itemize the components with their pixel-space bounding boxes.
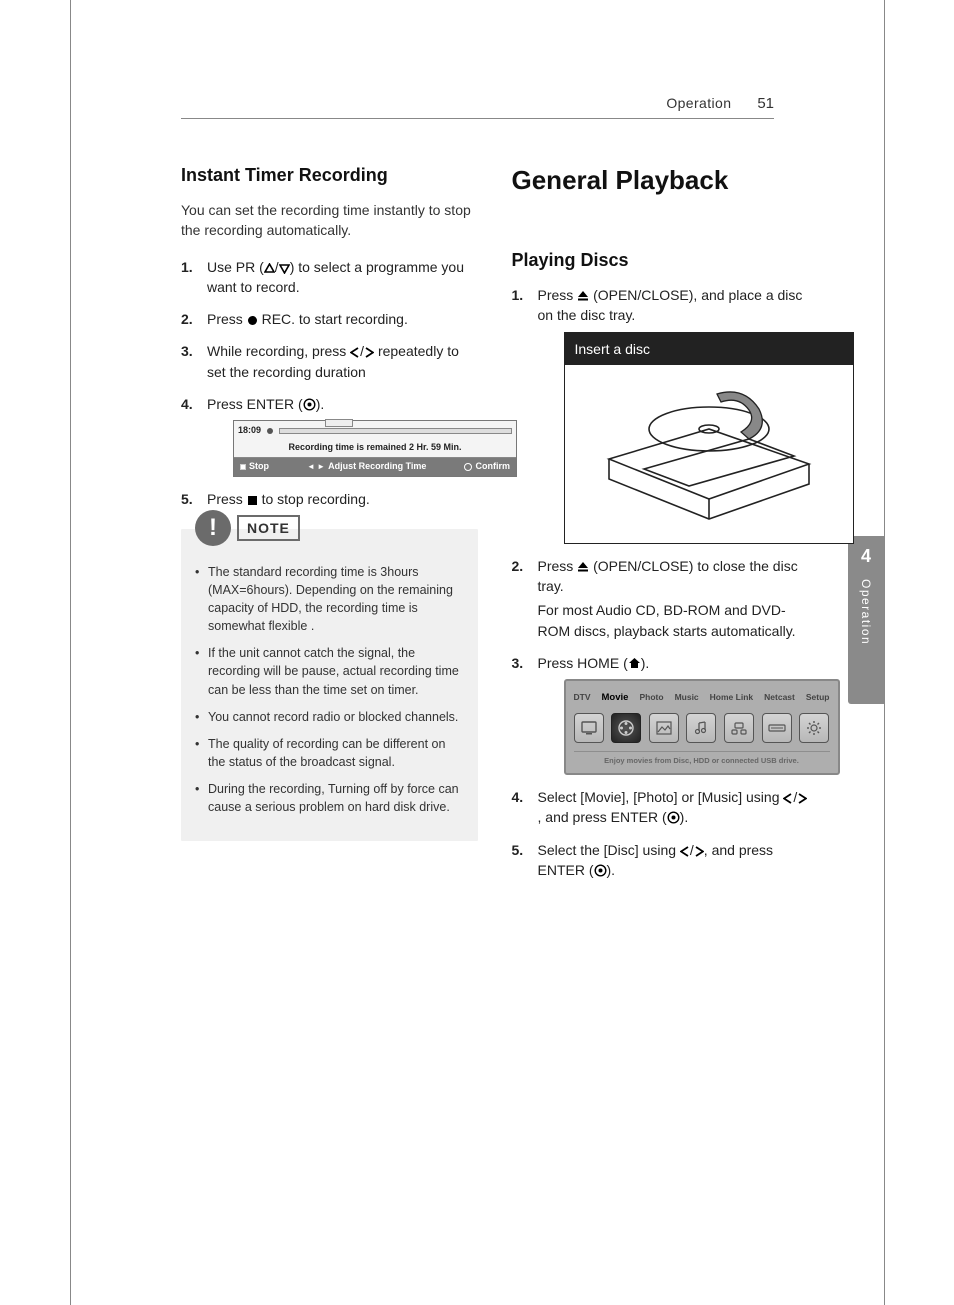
note-item: If the unit cannot catch the signal, the… xyxy=(195,644,464,698)
down-icon xyxy=(279,263,290,274)
enter-icon xyxy=(667,811,680,824)
eject-icon xyxy=(577,561,589,573)
insert-disc-figure: Insert a disc xyxy=(564,332,854,544)
up-icon xyxy=(264,263,275,274)
recbar-progress xyxy=(279,428,512,434)
note-label: NOTE xyxy=(237,515,300,541)
step-4: Press ENTER (). 18:09 Recording time is … xyxy=(181,394,478,476)
recbar-message: Recording time is remained 2 Hr. 59 Min. xyxy=(234,440,516,458)
left-column: Instant Timer Recording You can set the … xyxy=(181,165,478,892)
step-2: Press REC. to start recording. xyxy=(181,309,478,329)
hm-tab: Music xyxy=(675,691,699,705)
side-tab-label: Operation xyxy=(859,579,873,645)
hm-homelink-icon xyxy=(724,713,754,743)
left-icon xyxy=(350,347,360,358)
header-section: Operation xyxy=(666,95,731,111)
note-item: You cannot record radio or blocked chann… xyxy=(195,708,464,726)
note-head: ! NOTE xyxy=(195,510,300,546)
hm-tab: Photo xyxy=(639,691,663,705)
record-icon xyxy=(247,315,258,326)
pd-step-2: Press (OPEN/CLOSE) to close the disc tra… xyxy=(512,556,809,641)
side-tab-number: 4 xyxy=(861,546,871,567)
right-column: General Playback Playing Discs Press (OP… xyxy=(512,165,809,892)
hm-music-icon xyxy=(686,713,716,743)
recbar-dot-icon xyxy=(267,428,273,434)
left-icon xyxy=(783,793,793,804)
general-playback-heading: General Playback xyxy=(512,165,809,196)
recording-bar-figure: 18:09 Recording time is remained 2 Hr. 5… xyxy=(233,420,517,476)
pd-step-1: Press (OPEN/CLOSE), and place a disc on … xyxy=(512,285,809,544)
playing-discs-steps: Press (OPEN/CLOSE), and place a disc on … xyxy=(512,285,809,880)
right-icon xyxy=(797,793,807,804)
note-box: ! NOTE The standard recording time is 3h… xyxy=(181,529,478,842)
eject-icon xyxy=(577,290,589,302)
home-icon xyxy=(628,657,641,670)
left-icon xyxy=(680,846,690,857)
step-3: While recording, press / repeatedly to s… xyxy=(181,341,478,382)
hm-netcast-icon xyxy=(762,713,792,743)
recbar-confirm: Confirm xyxy=(464,460,510,473)
hm-tab: Setup xyxy=(806,691,830,705)
side-tab: 4 Operation xyxy=(848,536,884,704)
instant-timer-heading: Instant Timer Recording xyxy=(181,165,478,186)
pd-step-2-sub: For most Audio CD, BD-ROM and DVD-ROM di… xyxy=(538,600,809,641)
pd-step-4: Select [Movie], [Photo] or [Music] using… xyxy=(512,787,809,828)
enter-icon xyxy=(303,398,316,411)
step-5: Press to stop recording. xyxy=(181,489,478,509)
stop-icon xyxy=(247,495,258,506)
right-icon xyxy=(694,846,704,857)
note-item: During the recording, Turning off by for… xyxy=(195,780,464,816)
hm-setup-icon xyxy=(799,713,829,743)
content-columns: Instant Timer Recording You can set the … xyxy=(181,165,774,892)
recbar-adjust: ◄ ►Adjust Recording Time xyxy=(307,460,426,473)
header-page-number: 51 xyxy=(757,95,774,112)
home-menu-figure: DTV Movie Photo Music Home Link Netcast … xyxy=(564,679,840,775)
recbar-stop: Stop xyxy=(240,460,269,473)
hm-dtv-icon xyxy=(574,713,604,743)
recbar-time: 18:09 xyxy=(238,424,261,437)
instant-timer-intro: You can set the recording time instantly… xyxy=(181,200,478,241)
hm-tab: Home Link xyxy=(710,691,753,705)
note-item: The standard recording time is 3hours (M… xyxy=(195,563,464,636)
insert-disc-art xyxy=(565,365,853,543)
hm-tab: Netcast xyxy=(764,691,795,705)
right-icon xyxy=(364,347,374,358)
pd-step-3: Press HOME (). DTV Movie Photo Music Hom… xyxy=(512,653,809,775)
hm-tab: DTV xyxy=(574,691,591,705)
hm-tab: Movie xyxy=(602,691,629,705)
note-list: The standard recording time is 3hours (M… xyxy=(195,563,464,817)
hm-photo-icon xyxy=(649,713,679,743)
instant-timer-steps: Use PR (/) to select a programme you wan… xyxy=(181,257,478,509)
pd-step-5: Select the [Disc] using /, and press ENT… xyxy=(512,840,809,881)
note-bang-icon: ! xyxy=(195,510,231,546)
hm-movie-icon xyxy=(611,713,641,743)
playing-discs-heading: Playing Discs xyxy=(512,250,809,271)
note-item: The quality of recording can be differen… xyxy=(195,735,464,771)
enter-icon xyxy=(594,864,607,877)
manual-page: Operation 51 4 Operation Instant Timer R… xyxy=(70,0,885,1305)
step-1: Use PR (/) to select a programme you wan… xyxy=(181,257,478,298)
insert-disc-title: Insert a disc xyxy=(565,333,853,365)
page-header: Operation 51 xyxy=(181,95,774,119)
hm-subtitle: Enjoy movies from Disc, HDD or connected… xyxy=(574,751,830,767)
